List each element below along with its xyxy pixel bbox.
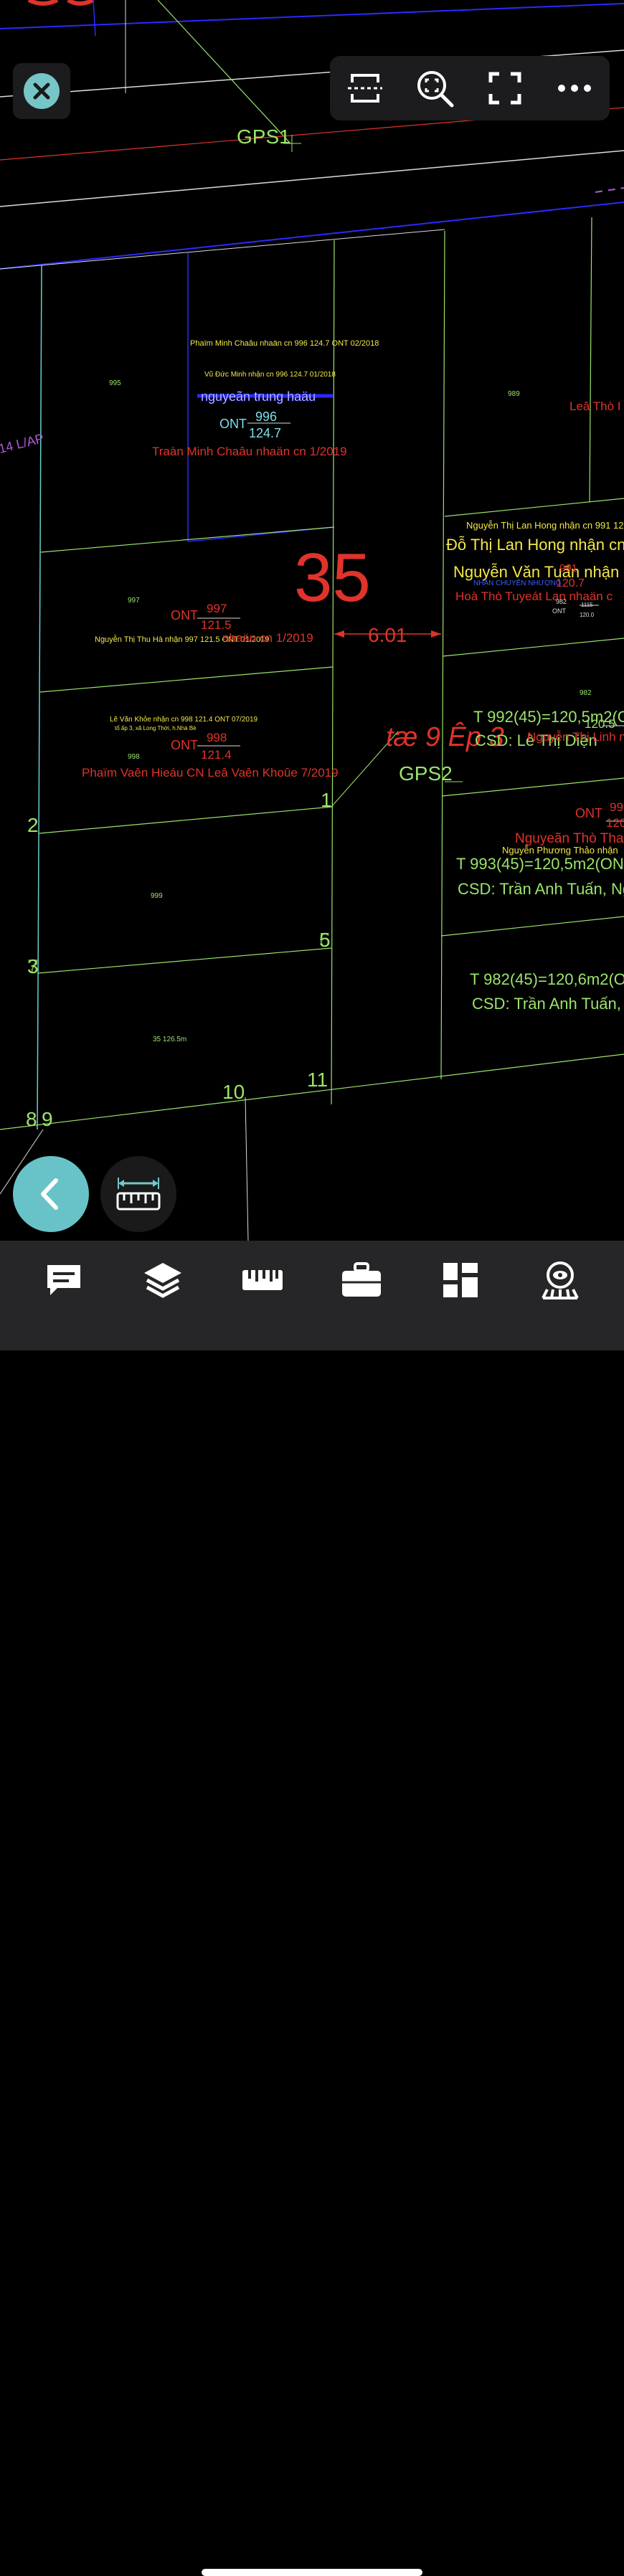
parcel-998-small1: Lê Văn Khỏe nhận cn 998 121.4 ONT 07/201… <box>110 715 258 724</box>
gps2-label: GPS2 <box>399 762 453 785</box>
vertex-7: 7 <box>27 955 39 977</box>
dashboard-icon[interactable] <box>437 1256 484 1304</box>
parcel-996-area: 124.7 <box>249 426 281 440</box>
vertex-6: 6 <box>319 929 331 951</box>
parcel-997-area: 121.5 <box>201 618 232 632</box>
parcel-996-id: 996 <box>255 409 277 424</box>
csd3-label: CSD: Trần Anh Tuấn, Ngu <box>472 995 624 1013</box>
fullscreen-icon[interactable] <box>482 65 528 111</box>
parcel-35-label: 35 126.5m <box>153 1036 186 1043</box>
right-yellow3: Nguyễn Văn Tuấn nhận cn 1 <box>453 563 624 581</box>
right-area-1205: 120.5 <box>585 717 615 731</box>
parcel-997-land: ONT <box>171 608 198 622</box>
parcel-998-area: 121.4 <box>201 748 232 762</box>
back-button[interactable] <box>13 1156 89 1232</box>
right-red-nguyen: Nguyeãn Thò Tha <box>515 831 624 846</box>
vertex-11: 11 <box>307 1069 328 1091</box>
parcel-996-small2: Vũ Đức Minh nhận cn 996 124.7 01/2018 <box>204 371 336 379</box>
parcel-996-owner: nguyeãn trung haäu <box>201 389 316 404</box>
parcel-989-number: 989 <box>508 390 520 398</box>
parcel-99-id: 99 <box>610 800 623 814</box>
layers-icon[interactable] <box>139 1256 186 1304</box>
measure-button[interactable] <box>100 1156 176 1232</box>
parcel-997-id: 997 <box>207 602 227 615</box>
parcel-999-number: 999 <box>151 892 163 900</box>
bottom-navigation <box>0 1241 624 2576</box>
vertex-9: 9 <box>42 1108 53 1130</box>
section-cut-icon[interactable] <box>342 65 388 111</box>
close-icon <box>24 73 60 109</box>
close-button[interactable] <box>13 63 70 119</box>
comment-icon[interactable] <box>40 1256 88 1304</box>
right-yellow-phuong: Nguyễn Phương Thảo nhận <box>502 845 618 856</box>
zoom-window-icon[interactable] <box>412 65 458 111</box>
parcel-998-small2: tổ ấp 3, xã Long Thới, h.Nhà Bè <box>115 725 197 731</box>
chevron-left-icon <box>41 1178 58 1210</box>
parcel-998-id: 998 <box>207 731 227 744</box>
measure-distance-icon <box>116 1178 161 1211</box>
parcel-998-red: Phaïm Vaên Hieáu CN Leâ Vaên Khoûe 7/201… <box>82 766 339 780</box>
parcel-ont-small: ONT <box>552 607 567 615</box>
left-side-label: 14 L/AP <box>0 431 45 456</box>
parcel-996-small1: Phaïm Minh Chaâu nhaän cn 996 124.7 ONT … <box>190 339 379 348</box>
parcel-120b: 120 <box>606 816 624 830</box>
vertex-2: 2 <box>27 814 39 836</box>
parcel-998-number: 998 <box>128 753 140 761</box>
linh-label: Nguyễn Thị Linh nha <box>527 730 624 744</box>
parcel-982b-number: 982 <box>580 689 592 697</box>
t982-label: T 982(45)=120,6m2(ONT) <box>470 970 624 988</box>
home-indicator[interactable] <box>202 2569 422 2576</box>
csd2-label: CSD: Trần Anh Tuấn, Nguyễ <box>458 880 624 898</box>
gps1-label: GPS1 <box>237 126 290 148</box>
vertex-1: 1 <box>321 789 332 811</box>
width-dimension: 6.01 <box>368 624 407 646</box>
more-icon[interactable] <box>552 65 597 111</box>
ont-99-label: ONT <box>575 806 602 820</box>
parcel-998-land: ONT <box>171 738 198 752</box>
parcel-996-red: Traàn Minh Chaâu nhaän cn 1/2019 <box>152 445 347 458</box>
ruler-icon[interactable] <box>239 1256 286 1304</box>
top-toolbar <box>330 56 610 120</box>
right-yellow2: Đỗ Thị Lan Hong nhận cn 991 <box>446 536 624 554</box>
vertex-10: 10 <box>222 1081 245 1103</box>
toolbox-icon[interactable] <box>338 1256 385 1304</box>
parcel-1200: 120.0 <box>580 612 595 618</box>
right-blue-small: NHẬN CHUYỂN NHƯỢNG <box>473 578 562 587</box>
parcel-991-area: 120.7 <box>556 577 585 589</box>
parcel-997-red: nhaän cn 1/2019 <box>222 631 313 645</box>
parcel-991-number: 991 <box>559 562 577 574</box>
parcel-997-number: 997 <box>128 597 140 605</box>
right-yellow1: Nguyễn Thị Lan Hong nhận cn 991 120.7 <box>466 520 624 531</box>
vertex-8: 8 <box>26 1108 37 1130</box>
t993-label: T 993(45)=120,5m2(ONT) <box>456 855 624 873</box>
parcel-995-number: 995 <box>109 379 121 387</box>
parcel-982-number: 982 <box>556 598 567 605</box>
cad-drawing-canvas[interactable]: GPS1 GPS2 35 6.01 tæ 9 Êp 3 14 L/AP Phaï… <box>0 0 624 1241</box>
lea-tho-label: Leâ Thò I <box>569 399 621 413</box>
parcel-1115: 1115 <box>581 602 593 608</box>
viewer-icon[interactable] <box>536 1256 584 1304</box>
parcel-big-number: 35 <box>294 539 371 616</box>
parcel-996-land: ONT <box>219 417 247 431</box>
